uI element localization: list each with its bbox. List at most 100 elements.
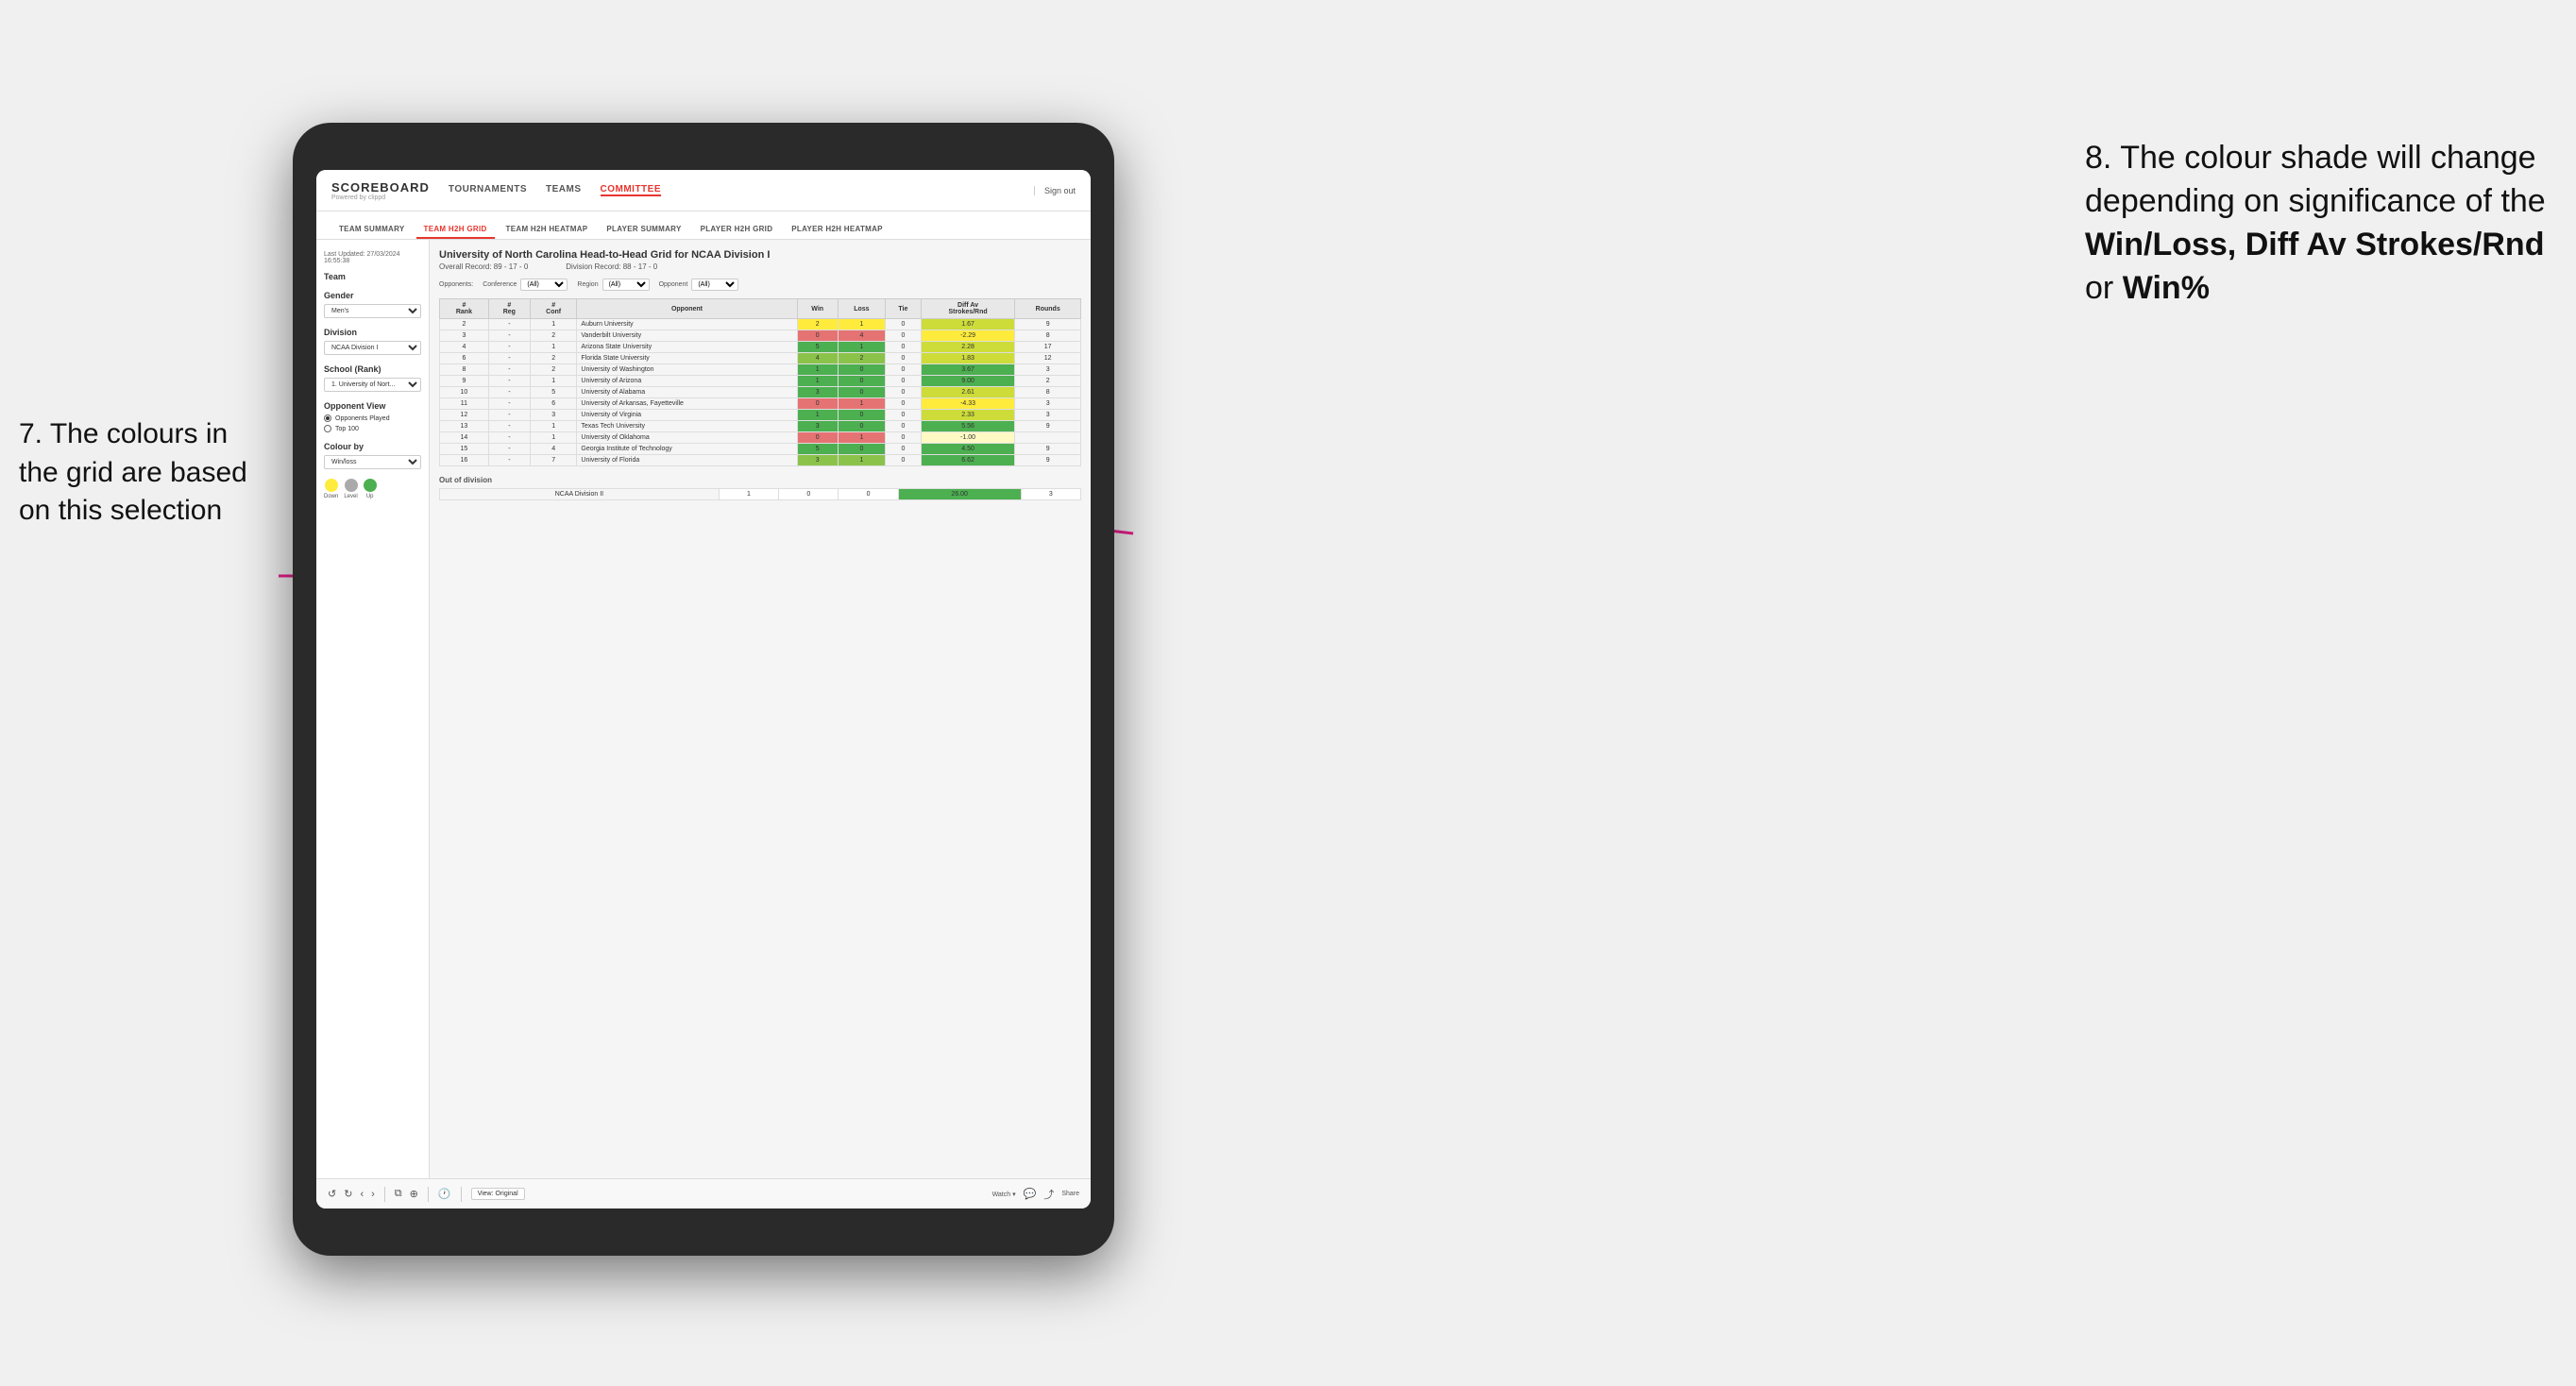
view-original-button[interactable]: View: Original <box>471 1188 525 1200</box>
tab-player-h2h-heatmap[interactable]: PLAYER H2H HEATMAP <box>784 221 890 239</box>
tablet-screen: SCOREBOARD Powered by clippd TOURNAMENTS… <box>316 170 1091 1209</box>
cell-win: 3 <box>797 421 838 432</box>
back-button[interactable]: ‹ <box>360 1189 364 1200</box>
annotation-right-bold2: Diff Av Strokes/Rnd <box>2246 227 2545 262</box>
cell-reg: - <box>488 330 530 342</box>
cell-loss: 4 <box>838 330 885 342</box>
division-select[interactable]: NCAA Division I <box>324 341 421 355</box>
gender-select[interactable]: Men's <box>324 304 421 318</box>
cell-rank: 14 <box>440 432 489 444</box>
table-row: 6 - 2 Florida State University 4 2 0 1.8… <box>440 353 1081 364</box>
colour-by-select[interactable]: Win/loss <box>324 455 421 469</box>
cell-diff: 2.28 <box>921 342 1015 353</box>
cell-diff: 9.00 <box>921 376 1015 387</box>
col-reg: #Reg <box>488 299 530 319</box>
cell-reg: - <box>488 376 530 387</box>
cell-opponent: Texas Tech University <box>577 421 797 432</box>
sign-out-button[interactable]: Sign out <box>1034 186 1076 195</box>
share-icon[interactable]: ⤴ <box>1043 1187 1054 1202</box>
cell-opponent: Auburn University <box>577 319 797 330</box>
legend-down-label: Down <box>324 494 338 499</box>
grid-title: University of North Carolina Head-to-Hea… <box>439 249 1081 261</box>
cell-loss: 0 <box>838 387 885 398</box>
region-filter-group: Region (All) <box>577 279 649 291</box>
cell-rounds: 9 <box>1015 455 1081 466</box>
cell-opponent: University of Alabama <box>577 387 797 398</box>
redo-button[interactable]: ↻ <box>344 1188 352 1200</box>
comment-button[interactable]: 💬 <box>1024 1188 1037 1200</box>
cell-win: 5 <box>797 342 838 353</box>
cell-opponent: University of Washington <box>577 364 797 376</box>
tab-team-summary[interactable]: TEAM SUMMARY <box>331 221 413 239</box>
radio-top-100[interactable]: Top 100 <box>324 425 421 432</box>
division-record: Division Record: 88 - 17 - 0 <box>566 262 657 271</box>
table-row: 12 - 3 University of Virginia 1 0 0 2.33… <box>440 410 1081 421</box>
tab-team-h2h-grid[interactable]: TEAM H2H GRID <box>416 221 495 239</box>
tab-team-h2h-heatmap[interactable]: TEAM H2H HEATMAP <box>499 221 596 239</box>
cell-conf: 2 <box>530 364 577 376</box>
region-filter-select[interactable]: (All) <box>602 279 650 291</box>
cell-rank: 9 <box>440 376 489 387</box>
cell-reg: - <box>488 364 530 376</box>
cell-diff: 4.50 <box>921 444 1015 455</box>
cell-reg: - <box>488 387 530 398</box>
cell-opponent: University of Florida <box>577 455 797 466</box>
legend-down-dot <box>325 479 338 492</box>
table-row: 15 - 4 Georgia Institute of Technology 5… <box>440 444 1081 455</box>
region-filter-label: Region <box>577 281 598 288</box>
opponent-filter-select[interactable]: (All) <box>691 279 738 291</box>
annotation-left: 7. The colours in the grid are based on … <box>19 415 269 531</box>
cell-rank: 10 <box>440 387 489 398</box>
cell-rounds: 8 <box>1015 330 1081 342</box>
cell-rounds: 9 <box>1015 319 1081 330</box>
cell-loss: 1 <box>838 319 885 330</box>
cell-rounds: 9 <box>1015 421 1081 432</box>
sub-nav: TEAM SUMMARY TEAM H2H GRID TEAM H2H HEAT… <box>316 211 1091 240</box>
forward-button[interactable]: › <box>371 1189 375 1200</box>
cell-loss: 1 <box>838 455 885 466</box>
cell-win: 5 <box>797 444 838 455</box>
cell-diff: -1.00 <box>921 432 1015 444</box>
bottom-toolbar: ↺ ↻ ‹ › ⧉ ⊕ 🕐 View: Original Watch ▾ 💬 ⤴… <box>316 1178 1091 1209</box>
opponents-filter-label: Opponents: <box>439 281 473 288</box>
copy-button[interactable]: ⧉ <box>395 1188 402 1200</box>
watch-button[interactable]: Watch ▾ <box>992 1191 1016 1198</box>
conference-filter-select[interactable]: (All) <box>520 279 568 291</box>
nav-teams[interactable]: TEAMS <box>546 184 582 196</box>
nav-tournaments[interactable]: TOURNAMENTS <box>449 184 527 196</box>
cell-conf: 1 <box>530 432 577 444</box>
radio-dot-top100 <box>324 425 331 432</box>
cell-win: 0 <box>797 330 838 342</box>
sidebar-division-section: Division NCAA Division I <box>324 328 421 355</box>
ood-rounds: 3 <box>1021 489 1080 500</box>
paste-button[interactable]: ⊕ <box>410 1188 418 1200</box>
tablet-frame: SCOREBOARD Powered by clippd TOURNAMENTS… <box>293 123 1114 1256</box>
cell-rank: 13 <box>440 421 489 432</box>
cell-rounds: 3 <box>1015 398 1081 410</box>
legend-down: Down <box>324 479 338 499</box>
cell-reg: - <box>488 421 530 432</box>
cell-reg: - <box>488 353 530 364</box>
tab-player-h2h-grid[interactable]: PLAYER H2H GRID <box>693 221 781 239</box>
share-button[interactable]: Share <box>1061 1191 1079 1197</box>
radio-label-top100: Top 100 <box>335 426 359 432</box>
sidebar-team-section: Team <box>324 272 421 281</box>
cell-reg: - <box>488 319 530 330</box>
nav-committee[interactable]: COMMITTEE <box>601 184 662 196</box>
undo-button[interactable]: ↺ <box>328 1188 336 1200</box>
tab-player-summary[interactable]: PLAYER SUMMARY <box>599 221 688 239</box>
sidebar-opponent-view-section: Opponent View Opponents Played Top 100 <box>324 401 421 432</box>
logo-area: SCOREBOARD Powered by clippd <box>331 180 430 201</box>
sidebar-colour-by-section: Colour by Win/loss <box>324 442 421 469</box>
sidebar-opponent-view-label: Opponent View <box>324 401 421 411</box>
cell-tie: 0 <box>886 376 922 387</box>
radio-opponents-played[interactable]: Opponents Played <box>324 414 421 422</box>
school-select[interactable]: 1. University of Nort... <box>324 378 421 392</box>
legend-up: Up <box>364 479 377 499</box>
col-rounds: Rounds <box>1015 299 1081 319</box>
cell-loss: 0 <box>838 364 885 376</box>
ood-diff: 26.00 <box>898 489 1021 500</box>
legend-up-dot <box>364 479 377 492</box>
table-row: 13 - 1 Texas Tech University 3 0 0 5.56 … <box>440 421 1081 432</box>
cell-tie: 0 <box>886 410 922 421</box>
